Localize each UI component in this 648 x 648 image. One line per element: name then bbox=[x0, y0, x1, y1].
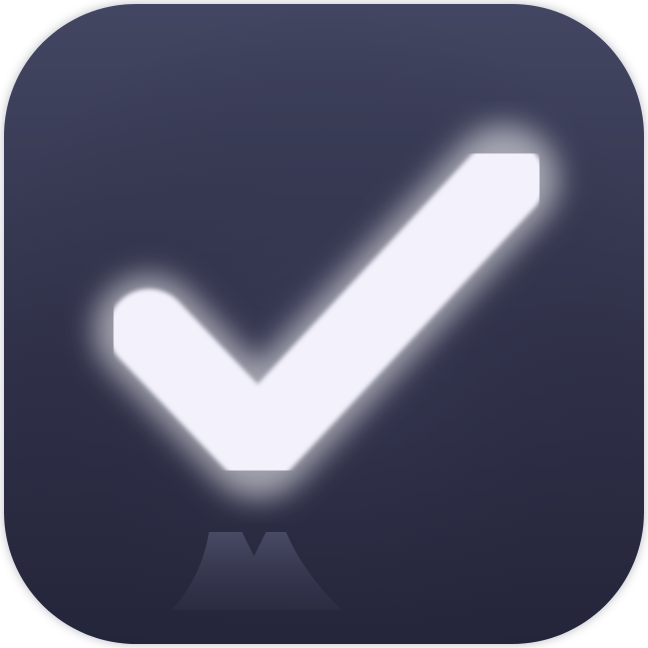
checkmark-icon bbox=[4, 4, 644, 644]
stage bbox=[0, 0, 648, 648]
app-icon[interactable] bbox=[4, 4, 644, 644]
